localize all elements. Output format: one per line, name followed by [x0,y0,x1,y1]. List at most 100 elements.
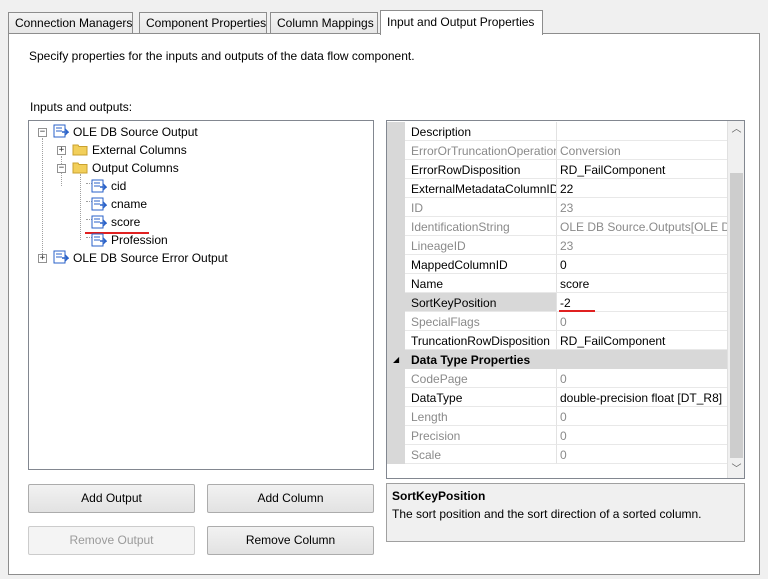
property-value: 0 [557,369,727,388]
scroll-up-icon[interactable]: ︿ [728,121,744,138]
property-row-mapped-column-id[interactable]: MappedColumnID 0 [387,255,727,274]
property-name: ExternalMetadataColumnID [405,179,557,198]
tree-node-label: cname [111,197,148,211]
property-help-pane: SortKeyPosition The sort position and th… [386,483,745,542]
property-row-lineage-id[interactable]: LineageID 23 [387,236,727,255]
tree-node-label: cid [111,179,127,193]
folder-open-icon [72,162,88,174]
property-row-precision[interactable]: Precision 0 [387,426,727,445]
property-value[interactable]: 22 [557,179,727,198]
property-name: CodePage [405,369,557,388]
help-description: The sort position and the sort direction… [392,507,702,521]
property-name: MappedColumnID [405,255,557,274]
tree-node-label: score [111,215,141,229]
tree-node-output-columns[interactable]: − Output Columns [29,159,369,177]
tree-node-label: OLE DB Source Output [73,125,198,139]
collapse-toggle-icon[interactable]: − [38,128,47,137]
property-row-truncation-row-disposition[interactable]: TruncationRowDisposition RD_FailComponent [387,331,727,350]
property-name: ErrorRowDisposition [405,160,557,179]
collapse-toggle-icon[interactable]: − [57,164,66,173]
column-icon [91,215,107,229]
property-name: DataType [405,388,557,407]
column-icon [91,233,107,247]
tab-input-output-properties[interactable]: Input and Output Properties [380,10,543,35]
property-name: SpecialFlags [405,312,557,331]
property-value[interactable]: RD_FailComponent [557,331,727,350]
inputs-outputs-label: Inputs and outputs: [30,100,133,114]
scroll-down-icon[interactable]: ﹀ [728,461,744,478]
property-value: Conversion [557,141,727,160]
tree-node-source-output[interactable]: − OLE DB Source Output [29,123,369,141]
property-value[interactable]: RD_FailComponent [557,160,727,179]
tree-node-column-cid[interactable]: cid [29,177,369,195]
column-icon [91,197,107,211]
output-icon [53,250,69,264]
add-output-button[interactable]: Add Output [28,484,195,513]
tree-node-column-cname[interactable]: cname [29,195,369,213]
property-row-length[interactable]: Length 0 [387,407,727,426]
property-name: TruncationRowDisposition [405,331,557,350]
remove-column-button[interactable]: Remove Column [207,526,374,555]
property-row-identification-string[interactable]: IdentificationString OLE DB Source.Output… [387,217,727,236]
property-value[interactable]: score [557,274,727,293]
property-row-name[interactable]: Name score [387,274,727,293]
collapse-triangle-icon[interactable]: ◢ [393,355,399,364]
property-name: Scale [405,445,557,464]
tree-node-external-columns[interactable]: + External Columns [29,141,369,159]
inputs-outputs-tree[interactable]: − OLE DB Source Output + External Column… [28,120,374,470]
property-row-error-row-disposition[interactable]: ErrorRowDisposition RD_FailComponent [387,160,727,179]
property-name: Precision [405,426,557,445]
tab-label: Connection Managers [15,16,133,30]
property-name: ErrorOrTruncationOperation [405,141,557,160]
tree-node-column-profession[interactable]: Profession [29,231,369,249]
property-value: 0 [557,445,727,464]
expand-toggle-icon[interactable]: + [57,146,66,155]
property-row-description[interactable]: Description [387,122,727,141]
output-icon [53,124,69,138]
property-name: Description [405,122,557,141]
tree-node-label: Profession [111,233,168,247]
property-value[interactable]: double-precision float [DT_R8] [557,388,727,407]
property-name: LineageID [405,236,557,255]
property-row-special-flags[interactable]: SpecialFlags 0 [387,312,727,331]
property-name: Length [405,407,557,426]
property-value[interactable] [557,122,727,141]
property-name: SortKeyPosition [405,293,557,312]
tree-node-label: OLE DB Source Error Output [73,251,228,265]
property-grid-scrollbar[interactable]: ︿ ﹀ [727,121,744,478]
tab-label: Component Properties [146,16,267,30]
tree-node-label: Output Columns [92,161,179,175]
tree-node-error-output[interactable]: + OLE DB Source Error Output [29,249,369,267]
property-name: Name [405,274,557,293]
category-label: Data Type Properties [411,353,531,367]
property-grid[interactable]: Description ErrorOrTruncationOperation Co… [386,120,745,479]
expand-toggle-icon[interactable]: + [38,254,47,263]
property-value: 23 [557,198,727,217]
tree-node-column-score[interactable]: score [29,213,369,231]
property-row-id[interactable]: ID 23 [387,198,727,217]
remove-output-button[interactable]: Remove Output [28,526,195,555]
property-row-sort-key-position[interactable]: SortKeyPosition -2 [387,293,727,312]
property-name: IdentificationString [405,217,557,236]
page-description: Specify properties for the inputs and ou… [29,49,415,63]
scroll-thumb[interactable] [730,173,743,458]
tab-component-properties[interactable]: Component Properties [139,12,267,34]
add-column-button[interactable]: Add Column [207,484,374,513]
property-row-data-type[interactable]: DataType double-precision float [DT_R8] [387,388,727,407]
property-row-code-page[interactable]: CodePage 0 [387,369,727,388]
tab-column-mappings[interactable]: Column Mappings [270,12,378,34]
property-value: 0 [557,426,727,445]
help-title: SortKeyPosition [392,489,486,503]
property-value: OLE DB Source.Outputs[OLE DB [557,217,727,236]
property-value[interactable]: 0 [557,255,727,274]
property-name: ID [405,198,557,217]
property-value: 23 [557,236,727,255]
property-row-external-metadata-column-id[interactable]: ExternalMetadataColumnID 22 [387,179,727,198]
column-icon [91,179,107,193]
tab-label: Column Mappings [277,16,374,30]
property-category-data-type[interactable]: ◢ Data Type Properties [387,350,727,369]
property-row-scale[interactable]: Scale 0 [387,445,727,464]
property-row-error-or-truncation-operation[interactable]: ErrorOrTruncationOperation Conversion [387,141,727,160]
property-value: 0 [557,407,727,426]
tab-connection-managers[interactable]: Connection Managers [8,12,133,34]
